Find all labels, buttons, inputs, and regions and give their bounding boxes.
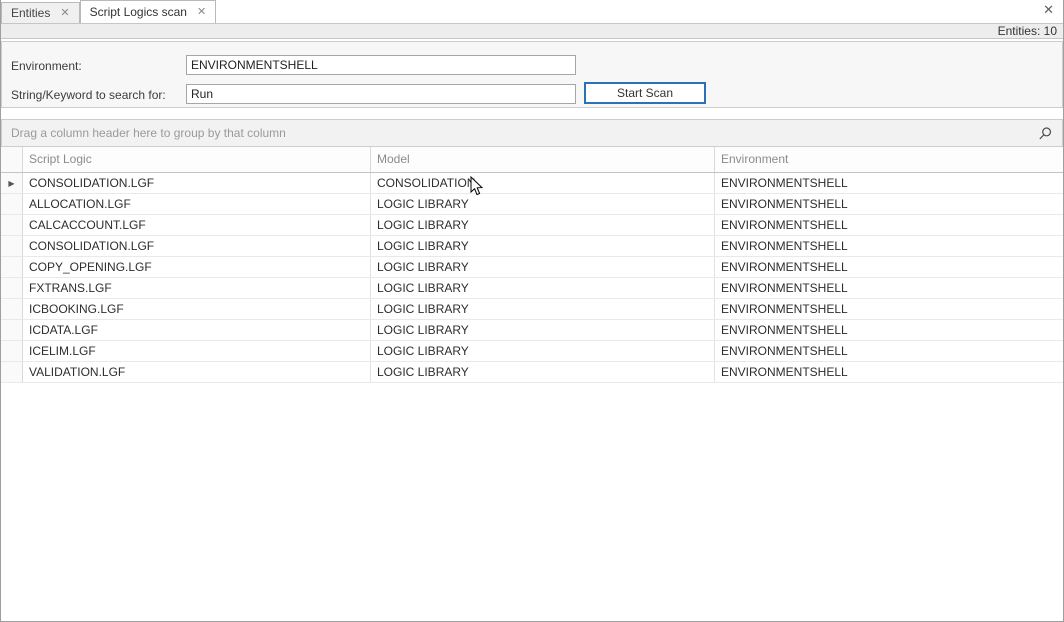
column-header-script-logic[interactable]: Script Logic bbox=[23, 147, 371, 172]
cell-script-logic[interactable]: CONSOLIDATION.LGF bbox=[23, 173, 371, 193]
mouse-cursor bbox=[470, 176, 483, 196]
tab-entities-close-icon[interactable]: ✕ bbox=[60, 8, 69, 19]
cell-model[interactable]: LOGIC LIBRARY bbox=[371, 320, 715, 340]
search-icon[interactable] bbox=[1038, 126, 1053, 141]
column-header-model[interactable]: Model bbox=[371, 147, 715, 172]
cell-environment[interactable]: ENVIRONMENTSHELL bbox=[715, 299, 1063, 319]
tab-script-logics-scan[interactable]: Script Logics scan ✕ bbox=[80, 0, 217, 23]
row-indicator bbox=[1, 320, 23, 340]
column-header-environment[interactable]: Environment bbox=[715, 147, 1063, 172]
scan-form-panel: Environment: String/Keyword to search fo… bbox=[1, 41, 1063, 108]
group-by-panel[interactable]: Drag a column header here to group by th… bbox=[1, 119, 1063, 147]
cell-environment[interactable]: ENVIRONMENTSHELL bbox=[715, 257, 1063, 277]
row-indicator bbox=[1, 362, 23, 382]
grid-header-row: Script Logic Model Environment bbox=[1, 147, 1063, 173]
cell-environment[interactable]: ENVIRONMENTSHELL bbox=[715, 236, 1063, 256]
cell-script-logic[interactable]: ALLOCATION.LGF bbox=[23, 194, 371, 214]
current-row-arrow-icon: ▶ bbox=[8, 179, 14, 188]
row-indicator bbox=[1, 257, 23, 277]
table-row[interactable]: ALLOCATION.LGFLOGIC LIBRARYENVIRONMENTSH… bbox=[1, 194, 1063, 215]
row-indicator bbox=[1, 299, 23, 319]
grid-rows: ▶CONSOLIDATION.LGFCONSOLIDATIONENVIRONME… bbox=[1, 173, 1063, 383]
table-row[interactable]: CONSOLIDATION.LGFLOGIC LIBRARYENVIRONMEN… bbox=[1, 236, 1063, 257]
cell-script-logic[interactable]: COPY_OPENING.LGF bbox=[23, 257, 371, 277]
tab-script-logics-scan-close-icon[interactable]: ✕ bbox=[197, 7, 206, 18]
status-bar: Entities: 10 bbox=[1, 23, 1063, 39]
entities-count-label: Entities: 10 bbox=[998, 24, 1057, 38]
cell-environment[interactable]: ENVIRONMENTSHELL bbox=[715, 173, 1063, 193]
table-row[interactable]: ICBOOKING.LGFLOGIC LIBRARYENVIRONMENTSHE… bbox=[1, 299, 1063, 320]
table-row[interactable]: COPY_OPENING.LGFLOGIC LIBRARYENVIRONMENT… bbox=[1, 257, 1063, 278]
environment-label: Environment: bbox=[11, 59, 82, 73]
row-indicator bbox=[1, 236, 23, 256]
row-indicator: ▶ bbox=[1, 173, 23, 193]
environment-input[interactable] bbox=[186, 55, 576, 75]
cell-environment[interactable]: ENVIRONMENTSHELL bbox=[715, 194, 1063, 214]
tab-entities[interactable]: Entities ✕ bbox=[1, 2, 80, 23]
cell-model[interactable]: LOGIC LIBRARY bbox=[371, 236, 715, 256]
table-row[interactable]: ICELIM.LGFLOGIC LIBRARYENVIRONMENTSHELL bbox=[1, 341, 1063, 362]
cell-script-logic[interactable]: CONSOLIDATION.LGF bbox=[23, 236, 371, 256]
cell-script-logic[interactable]: VALIDATION.LGF bbox=[23, 362, 371, 382]
table-row[interactable]: ICDATA.LGFLOGIC LIBRARYENVIRONMENTSHELL bbox=[1, 320, 1063, 341]
start-scan-button[interactable]: Start Scan bbox=[584, 82, 706, 104]
cell-model[interactable]: LOGIC LIBRARY bbox=[371, 194, 715, 214]
cell-model[interactable]: LOGIC LIBRARY bbox=[371, 257, 715, 277]
cell-model[interactable]: CONSOLIDATION bbox=[371, 173, 715, 193]
table-row[interactable]: CALCACCOUNT.LGFLOGIC LIBRARYENVIRONMENTS… bbox=[1, 215, 1063, 236]
cell-script-logic[interactable]: CALCACCOUNT.LGF bbox=[23, 215, 371, 235]
cell-model[interactable]: LOGIC LIBRARY bbox=[371, 215, 715, 235]
cell-script-logic[interactable]: FXTRANS.LGF bbox=[23, 278, 371, 298]
keyword-label: String/Keyword to search for: bbox=[11, 88, 166, 102]
cell-model[interactable]: LOGIC LIBRARY bbox=[371, 278, 715, 298]
tab-script-logics-scan-label: Script Logics scan bbox=[90, 5, 187, 19]
row-indicator-header bbox=[1, 147, 23, 172]
tab-entities-label: Entities bbox=[11, 6, 50, 20]
cell-model[interactable]: LOGIC LIBRARY bbox=[371, 299, 715, 319]
row-indicator bbox=[1, 194, 23, 214]
row-indicator bbox=[1, 215, 23, 235]
table-row[interactable]: FXTRANS.LGFLOGIC LIBRARYENVIRONMENTSHELL bbox=[1, 278, 1063, 299]
table-row[interactable]: ▶ CONSOLIDATION.LGFCONSOLIDATIONENVIRONME… bbox=[1, 173, 1063, 194]
cell-environment[interactable]: ENVIRONMENTSHELL bbox=[715, 362, 1063, 382]
keyword-input[interactable] bbox=[186, 84, 576, 104]
app-window: Entities ✕ Script Logics scan ✕ ✕ Entiti… bbox=[0, 0, 1064, 622]
cell-environment[interactable]: ENVIRONMENTSHELL bbox=[715, 278, 1063, 298]
row-indicator bbox=[1, 278, 23, 298]
cell-environment[interactable]: ENVIRONMENTSHELL bbox=[715, 341, 1063, 361]
cell-model[interactable]: LOGIC LIBRARY bbox=[371, 362, 715, 382]
close-icon[interactable]: ✕ bbox=[1043, 3, 1054, 16]
cell-script-logic[interactable]: ICBOOKING.LGF bbox=[23, 299, 371, 319]
tab-bar: Entities ✕ Script Logics scan ✕ ✕ bbox=[1, 0, 1063, 23]
table-row[interactable]: VALIDATION.LGFLOGIC LIBRARYENVIRONMENTSH… bbox=[1, 362, 1063, 383]
cell-environment[interactable]: ENVIRONMENTSHELL bbox=[715, 215, 1063, 235]
group-by-hint-text: Drag a column header here to group by th… bbox=[11, 126, 286, 140]
cell-environment[interactable]: ENVIRONMENTSHELL bbox=[715, 320, 1063, 340]
cell-script-logic[interactable]: ICDATA.LGF bbox=[23, 320, 371, 340]
row-indicator bbox=[1, 341, 23, 361]
cell-model[interactable]: LOGIC LIBRARY bbox=[371, 341, 715, 361]
cell-script-logic[interactable]: ICELIM.LGF bbox=[23, 341, 371, 361]
